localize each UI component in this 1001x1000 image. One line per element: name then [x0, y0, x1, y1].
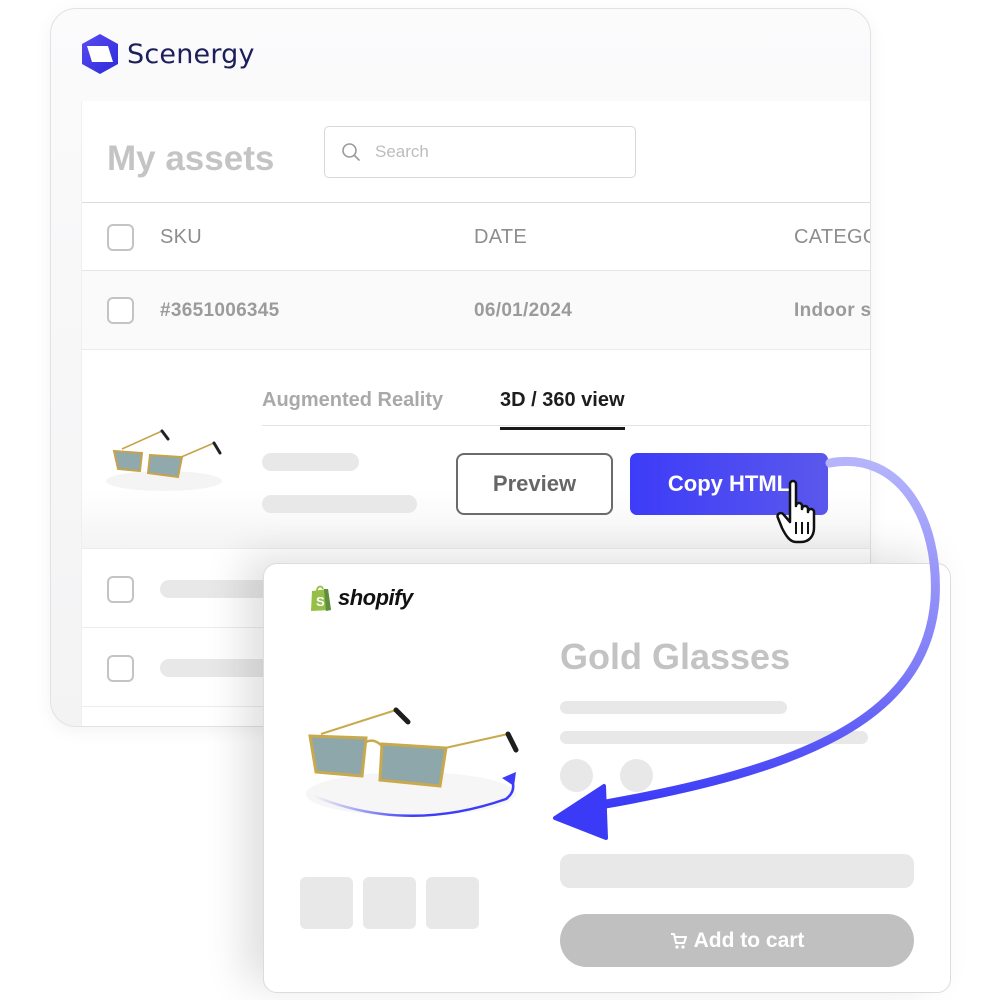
- cart-icon: [670, 932, 687, 949]
- tab-3d-360-view[interactable]: 3D / 360 view: [500, 389, 625, 430]
- add-to-cart-button[interactable]: Add to cart: [560, 914, 914, 967]
- row-checkbox[interactable]: [107, 297, 134, 324]
- glasses-thumbnail: [106, 429, 222, 491]
- row-checkbox[interactable]: [107, 576, 134, 603]
- shopify-bag-icon: S: [311, 585, 331, 611]
- tab-augmented-reality[interactable]: Augmented Reality: [262, 389, 443, 412]
- skeleton-line: [560, 701, 787, 714]
- table-header-row: SKU DATE CATEGO: [82, 203, 870, 270]
- sku-cell: #3651006345: [160, 300, 280, 321]
- product-3d-viewer[interactable]: [296, 694, 536, 834]
- image-thumbnail[interactable]: [300, 877, 353, 929]
- preview-button[interactable]: Preview: [456, 453, 613, 515]
- select-all-checkbox[interactable]: [107, 224, 134, 251]
- row-checkbox[interactable]: [107, 655, 134, 682]
- row-detail-panel: Augmented Reality 3D / 360 view Preview …: [82, 351, 870, 549]
- column-header-sku[interactable]: SKU: [160, 226, 202, 249]
- image-thumbnail[interactable]: [426, 877, 479, 929]
- table-row[interactable]: #3651006345 06/01/2024 Indoor s: [82, 271, 871, 350]
- skeleton-line: [160, 659, 280, 677]
- column-header-category[interactable]: CATEGO: [794, 226, 870, 249]
- skeleton-line: [262, 453, 359, 471]
- search-icon: [342, 143, 360, 161]
- skeleton-line: [560, 731, 868, 744]
- color-swatch[interactable]: [560, 759, 593, 792]
- detail-tabs: Augmented Reality 3D / 360 view: [262, 381, 870, 430]
- svg-text:S: S: [316, 594, 325, 609]
- brand-name: Scenergy: [127, 38, 255, 70]
- date-cell: 06/01/2024: [474, 300, 573, 321]
- scenergy-logo-icon: [82, 34, 118, 74]
- shopify-logo: S shopify: [309, 584, 413, 612]
- product-title: Gold Glasses: [560, 636, 791, 677]
- add-to-cart-label: Add to cart: [693, 928, 805, 952]
- image-thumbnail[interactable]: [363, 877, 416, 929]
- column-header-date[interactable]: DATE: [474, 226, 527, 249]
- brand: Scenergy: [81, 33, 255, 75]
- category-cell: Indoor s: [794, 300, 871, 321]
- shopify-wordmark: shopify: [338, 585, 413, 610]
- color-swatch[interactable]: [620, 759, 653, 792]
- page-title: My assets: [107, 139, 275, 178]
- skeleton-line: [160, 580, 280, 598]
- quantity-field-skeleton: [560, 854, 914, 888]
- search-input[interactable]: [375, 142, 615, 162]
- hand-pointer-cursor-icon: [776, 479, 816, 544]
- shopify-product-card: S shopify Gold Glasses Add to cart: [263, 563, 951, 993]
- skeleton-line: [262, 495, 417, 513]
- search-field[interactable]: [324, 126, 636, 178]
